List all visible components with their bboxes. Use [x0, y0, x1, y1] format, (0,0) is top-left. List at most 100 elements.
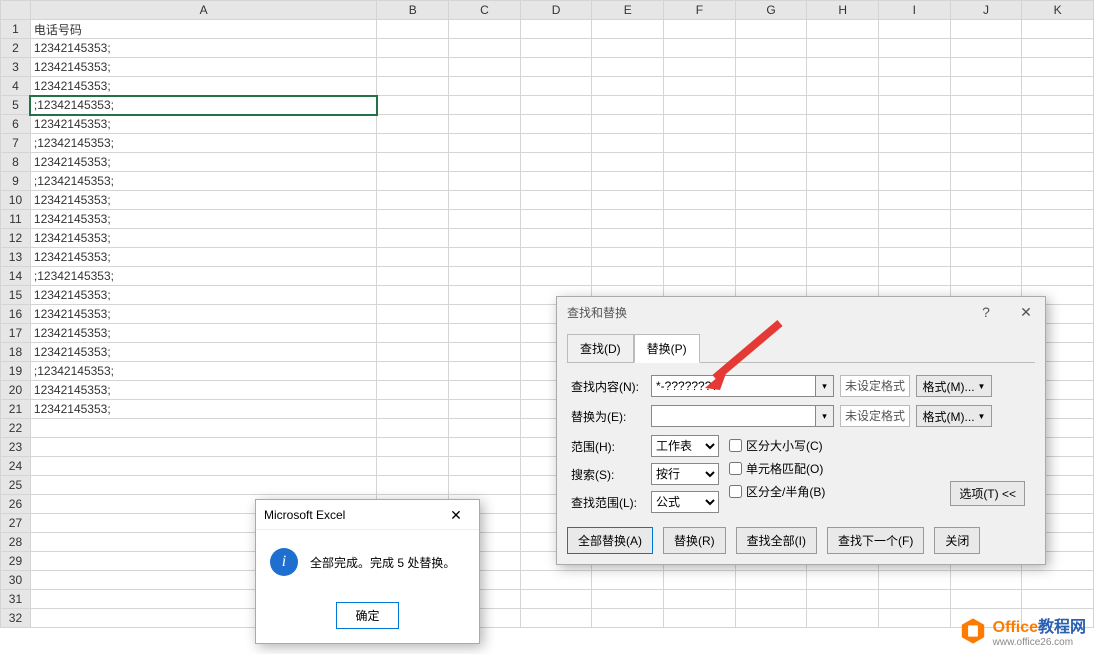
cell[interactable]	[377, 400, 449, 419]
cell[interactable]	[520, 248, 592, 267]
scope-select[interactable]: 工作表	[651, 435, 719, 457]
cell[interactable]	[735, 58, 807, 77]
cell[interactable]	[735, 248, 807, 267]
cell[interactable]	[449, 39, 521, 58]
cell[interactable]	[449, 286, 521, 305]
cell[interactable]	[449, 267, 521, 286]
cell[interactable]	[664, 229, 736, 248]
cell[interactable]	[30, 457, 377, 476]
cell[interactable]	[449, 419, 521, 438]
chevron-down-icon[interactable]: ▾	[816, 375, 834, 397]
cell[interactable]: 12342145353;	[30, 210, 377, 229]
cell[interactable]: ;12342145353;	[30, 172, 377, 191]
cell[interactable]	[377, 20, 449, 39]
cell[interactable]	[592, 248, 664, 267]
cell[interactable]: ;12342145353;	[30, 134, 377, 153]
row-header[interactable]: 26	[1, 495, 31, 514]
cell[interactable]	[735, 210, 807, 229]
cell[interactable]	[950, 191, 1022, 210]
cell[interactable]	[377, 419, 449, 438]
cell[interactable]	[377, 305, 449, 324]
cell[interactable]	[950, 77, 1022, 96]
cell[interactable]	[664, 210, 736, 229]
cell[interactable]: 12342145353;	[30, 58, 377, 77]
cell[interactable]	[879, 77, 951, 96]
cell[interactable]	[520, 20, 592, 39]
col-header-K[interactable]: K	[1022, 1, 1094, 20]
cell[interactable]	[520, 96, 592, 115]
cell[interactable]	[449, 400, 521, 419]
row-header[interactable]: 27	[1, 514, 31, 533]
cell[interactable]	[807, 590, 879, 609]
cell[interactable]	[664, 134, 736, 153]
cell[interactable]	[664, 191, 736, 210]
col-header-E[interactable]: E	[592, 1, 664, 20]
cell[interactable]	[807, 248, 879, 267]
cell[interactable]	[377, 476, 449, 495]
cell[interactable]	[377, 324, 449, 343]
match-entire-checkbox[interactable]: 单元格匹配(O)	[729, 460, 825, 477]
cell[interactable]: 电话号码	[30, 20, 377, 39]
row-header[interactable]: 8	[1, 153, 31, 172]
cell[interactable]	[1022, 153, 1094, 172]
row-header[interactable]: 11	[1, 210, 31, 229]
cell[interactable]	[1022, 571, 1094, 590]
cell[interactable]	[1022, 172, 1094, 191]
row-header[interactable]: 12	[1, 229, 31, 248]
cell[interactable]	[735, 39, 807, 58]
cell[interactable]	[879, 248, 951, 267]
row-header[interactable]: 9	[1, 172, 31, 191]
row-header[interactable]: 23	[1, 438, 31, 457]
close-button[interactable]: 关闭	[934, 527, 980, 554]
replace-format-button[interactable]: 格式(M)...▼	[916, 405, 992, 427]
cell[interactable]	[807, 191, 879, 210]
cell[interactable]	[592, 39, 664, 58]
cell[interactable]	[879, 229, 951, 248]
row-header[interactable]: 28	[1, 533, 31, 552]
cell[interactable]	[735, 77, 807, 96]
cell[interactable]	[449, 457, 521, 476]
cell[interactable]	[950, 229, 1022, 248]
cell[interactable]	[807, 229, 879, 248]
cell[interactable]	[449, 248, 521, 267]
cell[interactable]: 12342145353;	[30, 77, 377, 96]
row-header[interactable]: 22	[1, 419, 31, 438]
cell[interactable]	[664, 571, 736, 590]
cell[interactable]	[664, 248, 736, 267]
cell[interactable]	[807, 172, 879, 191]
cell[interactable]	[520, 571, 592, 590]
cell[interactable]	[1022, 267, 1094, 286]
replace-all-button[interactable]: 全部替换(A)	[567, 527, 653, 554]
cell[interactable]	[1022, 210, 1094, 229]
close-icon[interactable]: ✕	[1013, 304, 1039, 321]
cell[interactable]	[735, 267, 807, 286]
cell[interactable]	[520, 172, 592, 191]
replace-button[interactable]: 替换(R)	[663, 527, 726, 554]
cell[interactable]	[449, 476, 521, 495]
row-header[interactable]: 4	[1, 77, 31, 96]
cell[interactable]	[879, 590, 951, 609]
cell[interactable]	[377, 172, 449, 191]
cell[interactable]	[735, 229, 807, 248]
help-icon[interactable]: ?	[973, 304, 999, 320]
cell[interactable]	[377, 343, 449, 362]
cell[interactable]	[377, 77, 449, 96]
cell[interactable]	[1022, 191, 1094, 210]
cell[interactable]	[664, 39, 736, 58]
cell[interactable]	[950, 96, 1022, 115]
cell[interactable]	[664, 96, 736, 115]
cell[interactable]	[664, 153, 736, 172]
cell[interactable]: ;12342145353;	[30, 96, 377, 115]
row-header[interactable]: 21	[1, 400, 31, 419]
cell[interactable]	[879, 115, 951, 134]
cell[interactable]: ;12342145353;	[30, 362, 377, 381]
cell[interactable]	[807, 571, 879, 590]
cell[interactable]	[377, 58, 449, 77]
cell[interactable]	[1022, 39, 1094, 58]
cell[interactable]	[735, 571, 807, 590]
tab-find[interactable]: 查找(D)	[567, 334, 634, 363]
cell[interactable]: ;12342145353;	[30, 267, 377, 286]
cell[interactable]	[377, 286, 449, 305]
cell[interactable]	[592, 609, 664, 628]
cell[interactable]	[377, 248, 449, 267]
